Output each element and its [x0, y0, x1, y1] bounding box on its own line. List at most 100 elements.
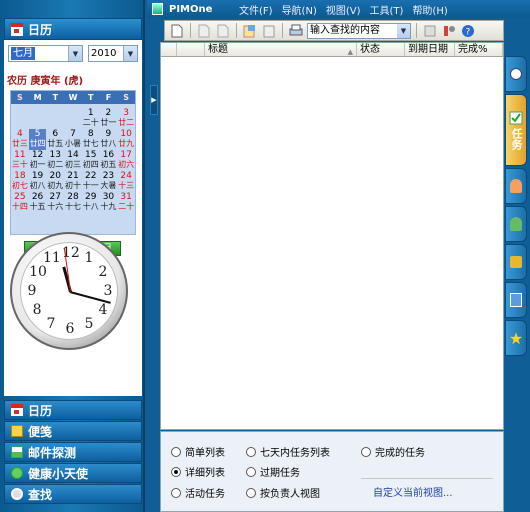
tab-favorites[interactable]: ★	[505, 320, 527, 356]
calendar-day[interactable]: 25 十四	[11, 192, 29, 213]
calendar-day[interactable]: 20 初九	[46, 171, 64, 192]
view-overdue[interactable]: 过期任务	[246, 464, 300, 479]
chevron-down-icon[interactable]: ▼	[123, 46, 137, 61]
day-number: 28	[67, 192, 79, 202]
calendar-day[interactable]: 9 廿八	[100, 129, 118, 150]
help-icon[interactable]: ?	[460, 23, 476, 39]
calendar-day[interactable]: 2 廿一	[100, 108, 118, 129]
day-number: 30	[102, 192, 115, 202]
radio-button[interactable]	[246, 487, 256, 498]
health-icon	[11, 467, 23, 479]
nav-notes[interactable]: 便笺	[4, 421, 142, 441]
radio-button[interactable]	[171, 487, 181, 498]
menu-view[interactable]: 视图(V)	[326, 2, 361, 17]
column-due-date[interactable]: 到期日期	[405, 43, 455, 56]
view-active[interactable]: 活动任务	[171, 485, 225, 500]
calendar-day[interactable]: 19 初八	[29, 171, 47, 192]
lunar-day: 十一	[82, 181, 99, 190]
calendar-day[interactable]: 18 初七	[11, 171, 29, 192]
edit-icon[interactable]	[196, 23, 212, 39]
chevron-down-icon[interactable]: ▼	[68, 46, 82, 61]
calendar-day[interactable]: 7 小暑	[64, 129, 82, 150]
calendar-day[interactable]: 28 十七	[64, 192, 82, 213]
clock-face: 12 1 2 3 4 5 6 7 8 9 10 11	[20, 242, 118, 340]
calendar-day[interactable]: 11 三十	[11, 150, 29, 171]
nav-health[interactable]: 健康小天使	[4, 463, 142, 483]
print-icon[interactable]	[288, 23, 304, 39]
view-detailed-list[interactable]: 详细列表	[171, 464, 225, 479]
column-complete[interactable]: 完成%	[455, 43, 503, 56]
day-number: 1	[87, 108, 94, 118]
settings-icon[interactable]	[441, 23, 457, 39]
tab-contacts[interactable]	[505, 168, 527, 204]
year-select[interactable]: 2010 ▼	[88, 45, 138, 62]
column-title[interactable]: 标题 ▲	[205, 43, 357, 56]
side-tabs: 任务 ★	[505, 42, 530, 512]
tab-tasks[interactable]: 任务	[505, 94, 527, 166]
column-status[interactable]: 状态	[357, 43, 405, 56]
calendar-day[interactable]: 17 初六	[117, 150, 135, 171]
menu-navigate[interactable]: 导航(N)	[282, 2, 317, 17]
calendar-day[interactable]: 29 十八	[82, 192, 100, 213]
calendar-day[interactable]: 26 十五	[29, 192, 47, 213]
radio-button[interactable]	[171, 446, 181, 457]
calendar-day[interactable]: 3 廿二	[117, 108, 135, 129]
tab-security[interactable]	[505, 244, 527, 280]
export-icon[interactable]	[261, 23, 277, 39]
column-flag[interactable]	[177, 43, 205, 56]
calendar-day[interactable]: 15 初四	[82, 150, 100, 171]
calendar-day[interactable]: 12 初一	[29, 150, 47, 171]
view-completed[interactable]: 完成的任务	[361, 444, 425, 459]
radio-button[interactable]	[171, 466, 181, 477]
radio-button[interactable]	[246, 446, 256, 457]
radio-button[interactable]	[361, 446, 371, 457]
calendar-day[interactable]: 13 初二	[46, 150, 64, 171]
month-select[interactable]: 七月 ▼	[8, 45, 83, 62]
nav-search[interactable]: 查找	[4, 484, 142, 504]
calendar-day[interactable]: 14 初三	[64, 150, 82, 171]
lunar-day: 初八	[29, 181, 46, 190]
column-check[interactable]	[161, 43, 177, 56]
calendar-day[interactable]: 27 十六	[46, 192, 64, 213]
calendar-day[interactable]: 6 廿五	[46, 129, 64, 150]
day-number: 13	[49, 150, 61, 160]
nav-mail-detect[interactable]: 邮件探测	[4, 442, 142, 462]
tab-clock[interactable]	[505, 56, 527, 92]
calendar-day[interactable]: 4 廿三	[11, 129, 29, 150]
calendar-header[interactable]: 日历	[4, 18, 142, 40]
tab-notes[interactable]	[505, 282, 527, 318]
customize-view-link[interactable]: 自定义当前视图...	[373, 484, 453, 499]
calendar-day[interactable]: 5 廿四	[28, 129, 47, 150]
tab-users[interactable]	[505, 206, 527, 242]
calendar-day[interactable]: 10 廿九	[117, 129, 135, 150]
weekday-header: S M T W T F S	[11, 91, 135, 104]
calendar-day[interactable]: 23 大暑	[100, 171, 118, 192]
new-icon[interactable]	[169, 23, 185, 39]
calendar-day[interactable]: 30 十九	[100, 192, 118, 213]
lunar-day: 廿一	[100, 118, 117, 127]
day-number: 14	[67, 150, 79, 160]
calendar-day[interactable]: 24 十三	[117, 171, 135, 192]
menu-tools[interactable]: 工具(T)	[370, 2, 404, 17]
nav-calendar[interactable]: 日历	[4, 400, 142, 420]
lunar-day: 十八	[82, 202, 99, 211]
chevron-down-icon[interactable]: ▼	[397, 23, 410, 38]
collapse-panel-handle[interactable]: ▶	[150, 85, 158, 115]
column-label: 标题	[208, 44, 228, 55]
calendar-day[interactable]: 22 十一	[82, 171, 100, 192]
menu-help[interactable]: 帮助(H)	[412, 2, 447, 17]
list-icon[interactable]	[422, 23, 438, 39]
calendar-day[interactable]: 21 初十	[64, 171, 82, 192]
delete-icon[interactable]	[215, 23, 231, 39]
view-by-owner[interactable]: 按负责人视图	[246, 485, 320, 500]
import-icon[interactable]	[242, 23, 258, 39]
view-simple-list[interactable]: 简单列表	[171, 444, 225, 459]
calendar-day[interactable]: 31 二十	[117, 192, 135, 213]
calendar-day[interactable]: 8 廿七	[82, 129, 100, 150]
calendar-day[interactable]: 16 初五	[100, 150, 118, 171]
radio-button[interactable]	[246, 466, 256, 477]
calendar-day[interactable]: 1 二十	[82, 108, 100, 129]
view-seven-day[interactable]: 七天内任务列表	[246, 444, 330, 459]
search-input[interactable]: 输入查找的内容 ▼	[307, 22, 411, 39]
menu-file[interactable]: 文件(F)	[239, 2, 273, 17]
